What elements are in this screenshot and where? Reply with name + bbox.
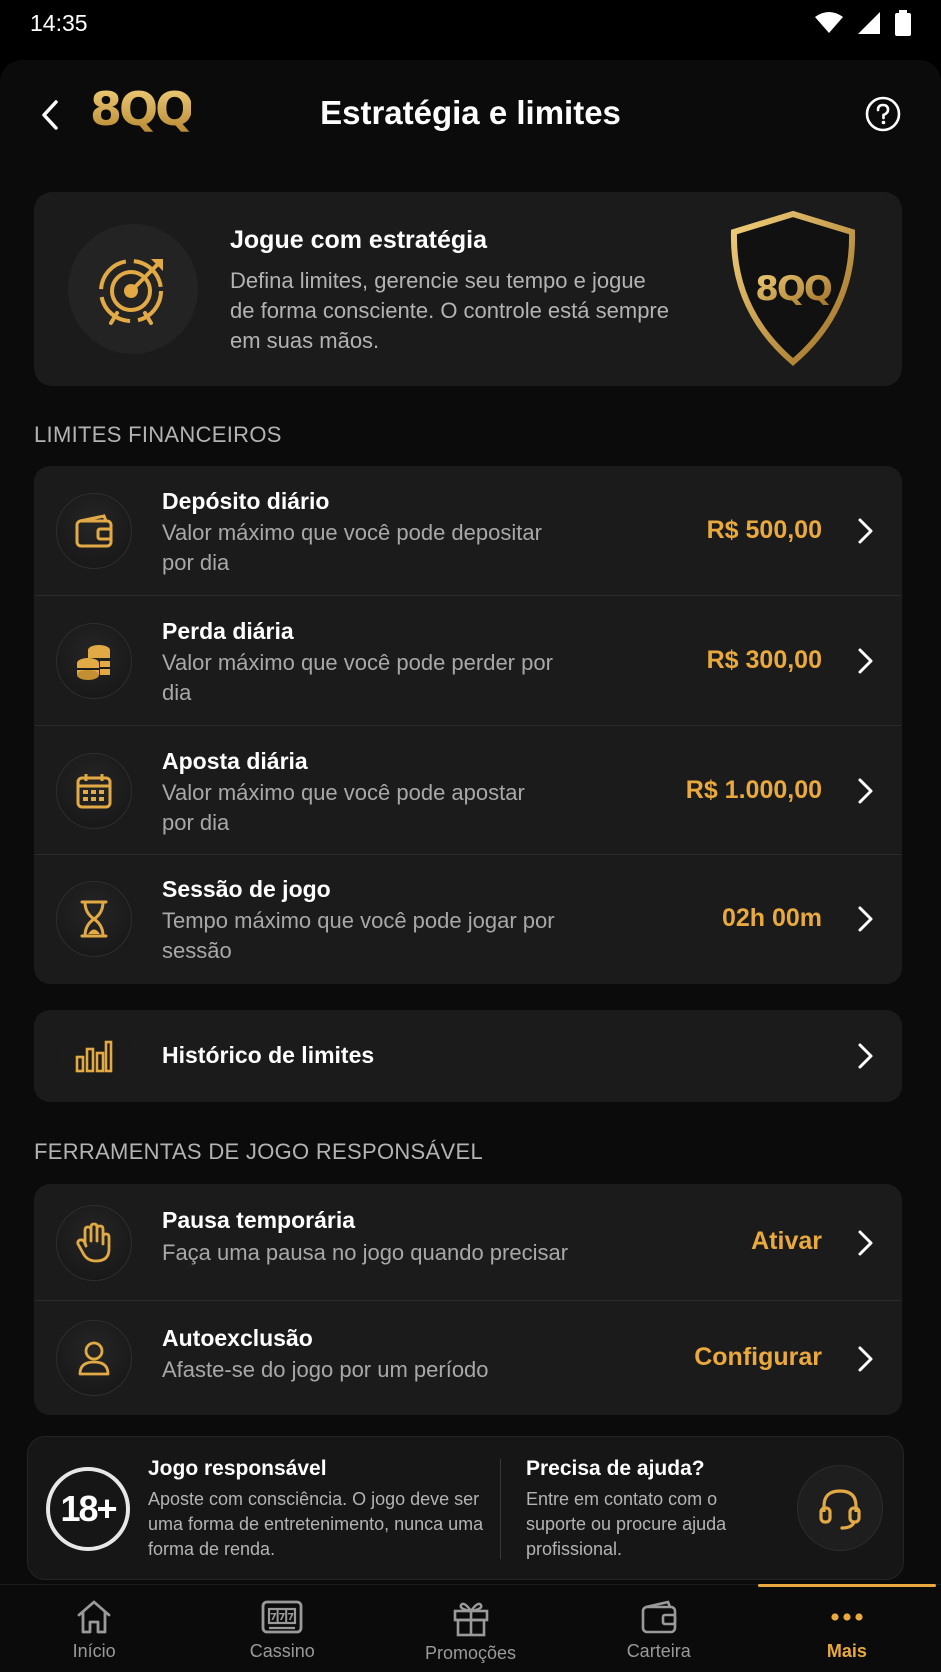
row-title: Sessão de jogo [162,876,331,902]
svg-text:7: 7 [288,1612,295,1623]
row-title: Autoexclusão [162,1325,313,1351]
tools-section-label: FERRAMENTAS DE JOGO RESPONSÁVEL [34,1139,483,1164]
row-value: R$ 500,00 [706,516,822,544]
chevron-right-icon [858,778,873,804]
svg-text:7: 7 [270,1612,277,1623]
shield-logo-text: 8QQ [755,269,832,309]
wallet-icon [641,1600,677,1634]
financial-section-label: LIMITES FINANCEIROS [34,422,282,447]
status-icons [815,10,911,36]
responsible-text: Aposte com consciência. O jogo deve ser … [148,1489,484,1559]
nav-item-cassino[interactable]: 777 Cassino [188,1585,376,1672]
wallet-icon [56,493,132,569]
wifi-icon [815,12,843,33]
nav-label: Carteira [626,1641,691,1661]
hero-title: Jogue com estratégia [230,226,488,254]
responsible-gaming-footer: 18+ Jogo responsável Aposte com consciên… [27,1436,904,1580]
row-description: Valor máximo que você pode depositar por… [162,520,542,575]
battery-icon [895,10,911,36]
row-description: Faça uma pausa no jogo quando precisar [162,1240,569,1265]
help-title: Precisa de ajuda? [526,1457,705,1480]
responsible-tools-card: Pausa temporária Faça uma pausa no jogo … [34,1184,902,1415]
financial-limits-card: Depósito diário Valor máximo que você po… [34,466,902,984]
row-title: Aposta diária [162,748,308,774]
target-icon [68,224,198,354]
limit-row-loss[interactable]: Perda diária Valor máximo que você pode … [34,596,902,726]
tool-row-pause[interactable]: Pausa temporária Faça uma pausa no jogo … [34,1184,902,1301]
history-title: Histórico de limites [162,1042,375,1068]
tool-row-self-exclusion[interactable]: Autoexclusão Afaste-se do jogo por um pe… [34,1301,902,1415]
calendar-icon [56,753,132,829]
nav-label: Início [72,1641,116,1661]
nav-item-promocoes[interactable]: Promoções [376,1585,564,1672]
chevron-right-icon [858,1346,873,1372]
responsible-title: Jogo responsável [148,1457,327,1480]
hourglass-icon [56,881,132,957]
limit-row-deposit[interactable]: Depósito diário Valor máximo que você po… [34,466,902,596]
row-value: R$ 300,00 [706,646,822,674]
configure-link[interactable]: Configurar [694,1343,822,1372]
nav-label: Mais [826,1641,867,1661]
status-time: 14:35 [30,9,88,36]
home-icon [77,1600,111,1634]
user-icon [56,1320,132,1396]
footer-divider [500,1459,501,1559]
slot-machine-icon: 777 [261,1600,303,1634]
row-description: Valor máximo que você pode apostar por d… [162,780,525,835]
age-18-badge: 18+ [46,1467,130,1551]
gift-icon [453,1602,488,1637]
bottom-navigation: Início 777 Cassino Promoções Carteira Ma… [0,1584,941,1672]
status-bar: 14:35 [0,0,941,46]
history-row[interactable]: Histórico de limites [34,1010,902,1102]
more-icon [831,1613,863,1621]
strategy-hero-card: Jogue com estratégia Defina limites, ger… [34,192,902,386]
row-description: Tempo máximo que você pode jogar por ses… [162,908,555,963]
row-value: R$ 1.000,00 [685,776,822,804]
help-icon [865,96,901,132]
row-description: Afaste-se do jogo por um período [162,1357,489,1382]
row-title: Pausa temporária [162,1207,356,1233]
svg-text:7: 7 [279,1612,286,1623]
row-title: Perda diária [162,618,294,644]
row-description: Valor máximo que você pode perder por di… [162,650,553,705]
help-button[interactable] [865,96,901,132]
nav-label: Cassino [249,1641,315,1661]
nav-item-mais[interactable]: Mais [753,1584,941,1672]
chevron-right-icon [858,906,873,932]
hero-text: Defina limites, gerencie seu tempo e jog… [230,268,669,353]
headset-icon[interactable] [797,1465,883,1551]
nav-item-carteira[interactable]: Carteira [565,1585,753,1672]
bar-chart-icon [56,1018,132,1094]
nav-item-inicio[interactable]: Início [0,1585,188,1672]
nav-label: Promoções [424,1643,517,1663]
limits-history-card[interactable]: Histórico de limites [34,1010,902,1102]
chevron-right-icon [858,1230,873,1256]
row-title: Depósito diário [162,488,330,514]
limit-row-session[interactable]: Sessão de jogo Tempo máximo que você pod… [34,855,902,984]
page-title: Estratégia e limites [320,94,621,131]
limit-row-bet[interactable]: Aposta diária Valor máximo que você pode… [34,726,902,855]
chevron-right-icon [858,648,873,674]
signal-icon [858,12,880,34]
chevron-right-icon [858,518,873,544]
header: 8QQ Estratégia e limites [0,60,941,170]
activate-link[interactable]: Ativar [751,1227,822,1256]
chevron-right-icon [858,1043,873,1069]
coins-icon [56,623,132,699]
row-value: 02h 00m [721,904,822,932]
shield-logo-icon: 8QQ [728,210,858,366]
hand-icon [56,1205,132,1281]
help-text: Entre em contato com o suporte ou procur… [526,1489,727,1559]
